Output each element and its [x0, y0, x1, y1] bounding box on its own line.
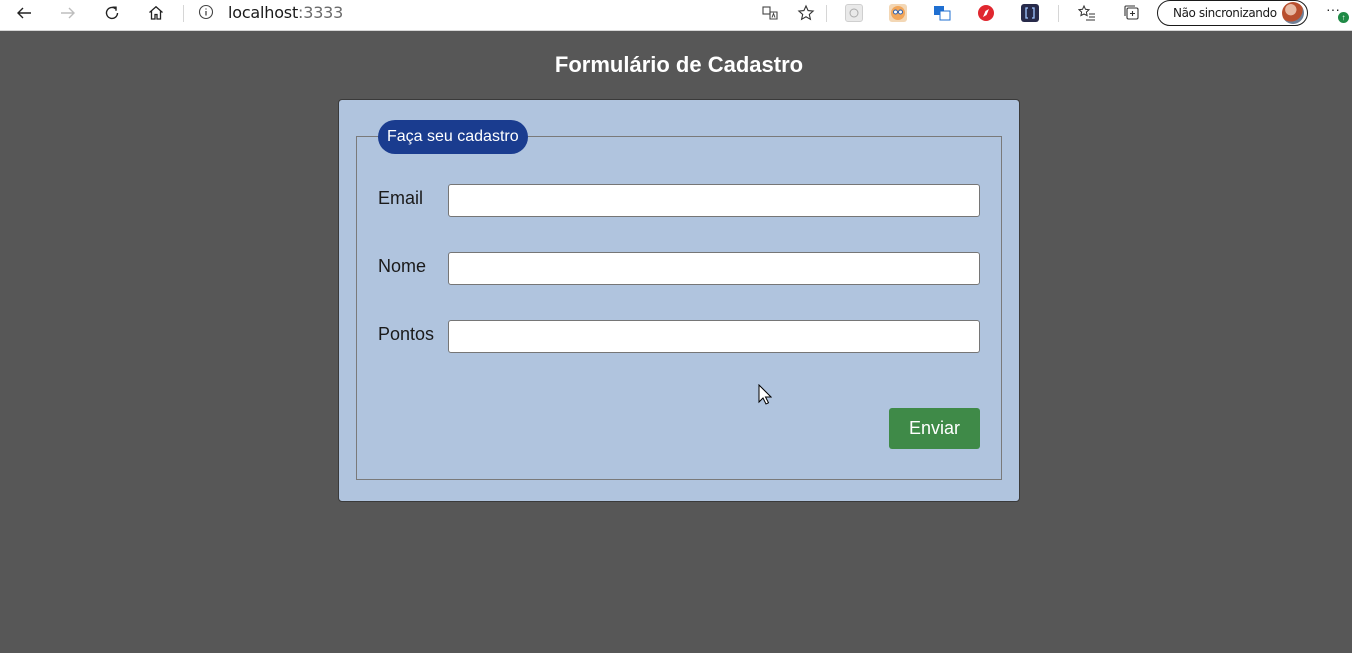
home-icon — [149, 5, 163, 20]
avatar — [1282, 2, 1304, 24]
favorites-list-icon — [1078, 4, 1095, 21]
points-label: Pontos — [378, 324, 435, 344]
favorite-button[interactable] — [791, 0, 821, 26]
form-card: Faça seu cadastro Email Nome Pontos Envi… — [338, 99, 1020, 502]
refresh-icon — [105, 6, 119, 20]
forward-arrow-icon — [61, 7, 75, 19]
translator-icon — [934, 6, 951, 21]
sync-status-label: Não sincronizando — [1173, 6, 1277, 20]
extension-face-icon[interactable] — [889, 4, 907, 22]
brackets-icon — [1025, 7, 1035, 19]
toolbar-divider — [1058, 5, 1059, 22]
refresh-button[interactable] — [97, 0, 127, 26]
name-label: Nome — [378, 256, 427, 276]
toolbar-divider — [183, 5, 184, 22]
name-field[interactable] — [448, 252, 980, 285]
face-icon — [891, 6, 905, 20]
url-port: :3333 — [298, 3, 344, 22]
settings-more-button[interactable]: ··· ↑ — [1324, 0, 1350, 26]
compass-icon — [978, 5, 994, 21]
address-bar[interactable]: localhost:3333 — [228, 3, 343, 22]
collections-icon — [1124, 5, 1139, 20]
back-arrow-icon — [17, 7, 31, 19]
submit-button[interactable]: Enviar — [889, 408, 980, 449]
email-label: Email — [378, 188, 424, 208]
browser-toolbar: localhost:3333 Não sincronizando ··· ↑ — [0, 0, 1352, 31]
favorites-button[interactable] — [1072, 0, 1102, 26]
extension-compass-icon[interactable] — [977, 4, 995, 22]
forward-button[interactable] — [53, 0, 83, 26]
form-legend: Faça seu cadastro — [378, 120, 528, 154]
back-button[interactable] — [9, 0, 39, 26]
translate-icon — [762, 6, 778, 20]
extension-gray-icon[interactable] — [845, 4, 863, 22]
home-button[interactable] — [141, 0, 171, 26]
page-title: Formulário de Cadastro — [554, 52, 804, 77]
collections-button[interactable] — [1117, 0, 1147, 26]
puzzle-icon — [849, 8, 859, 18]
update-badge-icon: ↑ — [1338, 12, 1349, 23]
favorite-star-icon — [797, 4, 815, 21]
profile-sync-button[interactable]: Não sincronizando — [1157, 0, 1308, 26]
url-host: localhost — [228, 3, 299, 22]
info-icon[interactable] — [198, 4, 214, 20]
extension-brackets-icon[interactable] — [1021, 4, 1039, 22]
mouse-cursor-icon — [758, 384, 772, 405]
translate-button[interactable] — [755, 0, 785, 26]
extension-translator-icon[interactable] — [933, 4, 951, 22]
email-field[interactable] — [448, 184, 980, 217]
points-field[interactable] — [448, 320, 980, 353]
toolbar-divider — [826, 5, 827, 22]
